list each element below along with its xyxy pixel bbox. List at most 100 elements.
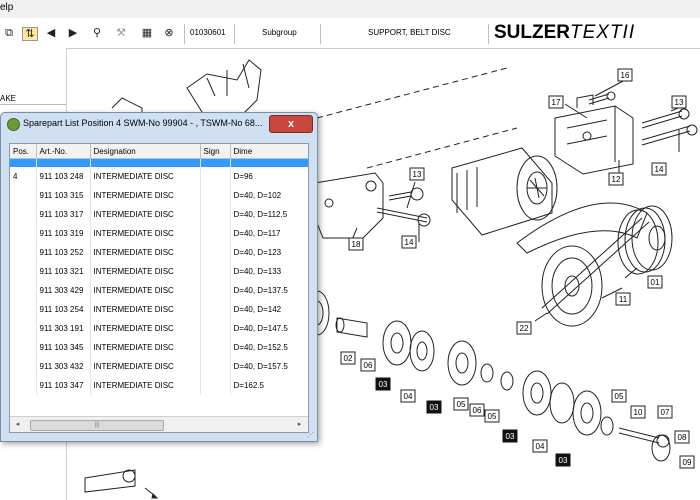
part-label: 22 [520, 324, 529, 333]
part-label: 07 [661, 408, 670, 417]
cell-art-no: 911 103 319 [36, 224, 91, 243]
cell-designation: INTERMEDIATE DISC [90, 262, 201, 281]
cell-designation: INTERMEDIATE DISC [90, 376, 201, 395]
cell-dimension: D=40, D=112.5 [230, 205, 308, 224]
cell-designation: INTERMEDIATE DISC [90, 205, 201, 224]
cell-pos [10, 262, 37, 281]
arrow-left-icon[interactable]: ◀ [44, 27, 58, 39]
scroll-thumb[interactable]: ||| [30, 420, 164, 431]
arrow-right-icon[interactable]: ▶ [66, 27, 80, 39]
cell-sign [200, 262, 231, 281]
part-label: 05 [488, 412, 497, 421]
table-row[interactable]: 911 103 321 INTERMEDIATE DISC D=40, D=133 [10, 262, 308, 281]
cell-art-no: 911 303 429 [36, 281, 91, 300]
toolbar-separator [184, 24, 185, 44]
part-label: 08 [678, 433, 687, 442]
cell-sign [200, 319, 231, 338]
column-header-art-no[interactable]: Art.-No. [36, 144, 91, 159]
cell-art-no: 911 103 254 [36, 300, 91, 319]
table-row-selected[interactable] [10, 158, 308, 167]
cell-sign [200, 357, 231, 376]
cell-dimension: D=96 [230, 167, 308, 186]
refresh-icon[interactable]: ⇅ [22, 27, 38, 41]
part-label: 13 [675, 98, 684, 107]
part-label: 06 [473, 406, 482, 415]
table-row[interactable]: 911 303 191 INTERMEDIATE DISC D=40, D=147.… [10, 319, 308, 338]
table-row[interactable]: 911 303 429 INTERMEDIATE DISC D=40, D=137.… [10, 281, 308, 300]
menu-help[interactable]: elp [0, 2, 13, 13]
cell-pos [10, 186, 37, 205]
cell-dimension: D=40, D=152.5 [230, 338, 308, 357]
table-row[interactable]: 911 103 347 INTERMEDIATE DISC D=162.5 [10, 376, 308, 395]
cell-pos [10, 338, 37, 357]
part-label: 16 [621, 71, 630, 80]
table-row[interactable]: 911 103 252 INTERMEDIATE DISC D=40, D=123 [10, 243, 308, 262]
table-row[interactable]: 911 103 254 INTERMEDIATE DISC D=40, D=142 [10, 300, 308, 319]
cell-dimension: D=40, D=117 [230, 224, 308, 243]
column-header-sign[interactable]: Sign [200, 144, 231, 159]
cell-dimension: D=40, D=133 [230, 262, 308, 281]
part-label: 06 [364, 361, 373, 370]
cell-pos [10, 224, 37, 243]
table-row[interactable]: 911 103 317 INTERMEDIATE DISC D=40, D=112.… [10, 205, 308, 224]
copy-icon[interactable]: ⧉ [2, 27, 16, 39]
cell-art-no: 911 103 347 [36, 376, 91, 395]
part-label: 02 [344, 354, 353, 363]
part-label: 11 [619, 295, 628, 304]
part-label: 03 [506, 432, 515, 441]
cell-pos: 4 [10, 167, 37, 186]
column-header-designation[interactable]: Designation [90, 144, 201, 159]
resize-grip-icon[interactable]: ⋰ [307, 431, 315, 439]
part-label: 03 [379, 380, 388, 389]
toolbar: ⧉ ⇅ ◀ ▶ ⚲ ⚒ ▦ ⊗ 01030601 Subgroup SUPPOR… [0, 18, 700, 49]
sparepart-table-container: Pos. Art.-No. Designation Sign Dime 4 911… [9, 143, 309, 433]
horizontal-scrollbar[interactable]: ◂ ||| ▸ [10, 416, 308, 432]
cell-pos [10, 243, 37, 262]
part-label: 13 [413, 170, 422, 179]
part-label: 18 [352, 240, 361, 249]
cell-designation: INTERMEDIATE DISC [90, 357, 201, 376]
magnifier-icon[interactable]: ⚲ [90, 27, 104, 39]
cell-sign [200, 243, 231, 262]
calculator-icon[interactable]: ▦ [140, 27, 154, 39]
app-icon [7, 118, 20, 131]
cell-sign [200, 338, 231, 357]
table-row[interactable]: 911 303 432 INTERMEDIATE DISC D=40, D=157.… [10, 357, 308, 376]
part-label: 10 [634, 408, 643, 417]
part-label: 17 [552, 98, 561, 107]
cell-pos [10, 319, 37, 338]
part-label: 01 [651, 278, 660, 287]
cell-dimension: D=40, D=123 [230, 243, 308, 262]
toolbar-separator [488, 24, 489, 44]
table-row[interactable]: 911 103 319 INTERMEDIATE DISC D=40, D=117 [10, 224, 308, 243]
cell-art-no: 911 103 248 [36, 167, 91, 186]
part-label: 14 [405, 238, 414, 247]
part-label: 12 [612, 175, 621, 184]
table-row[interactable]: 911 103 345 INTERMEDIATE DISC D=40, D=152.… [10, 338, 308, 357]
close-button[interactable]: x [269, 115, 313, 133]
part-label: 03 [430, 403, 439, 412]
column-header-dimension[interactable]: Dime [230, 144, 308, 159]
cell-dimension: D=40, D=102 [230, 186, 308, 205]
part-label: 04 [536, 442, 545, 451]
tree-divider [0, 104, 66, 105]
tree-item-label[interactable]: AKE [0, 94, 16, 103]
column-header-pos[interactable]: Pos. [10, 144, 37, 159]
cell-art-no: 911 103 345 [36, 338, 91, 357]
dialog-title-bar[interactable]: Sparepart List Position 4 SWM-No 99904 -… [1, 113, 317, 135]
binoculars-icon[interactable]: ⊗ [162, 27, 176, 39]
wrench-icon[interactable]: ⚒ [114, 27, 128, 39]
scroll-right-icon[interactable]: ▸ [294, 419, 305, 430]
part-label: 09 [683, 458, 692, 467]
cell-art-no: 911 103 321 [36, 262, 91, 281]
cell-pos [10, 357, 37, 376]
cell-pos [10, 205, 37, 224]
cell-sign [200, 167, 231, 186]
scroll-left-icon[interactable]: ◂ [12, 419, 23, 430]
part-label: 14 [655, 165, 664, 174]
table-row[interactable]: 911 103 315 INTERMEDIATE DISC D=40, D=102 [10, 186, 308, 205]
cell-designation: INTERMEDIATE DISC [90, 281, 201, 300]
table-row[interactable]: 4 911 103 248 INTERMEDIATE DISC D=96 [10, 167, 308, 186]
part-label: 04 [404, 392, 413, 401]
toolbar-separator [234, 24, 235, 44]
